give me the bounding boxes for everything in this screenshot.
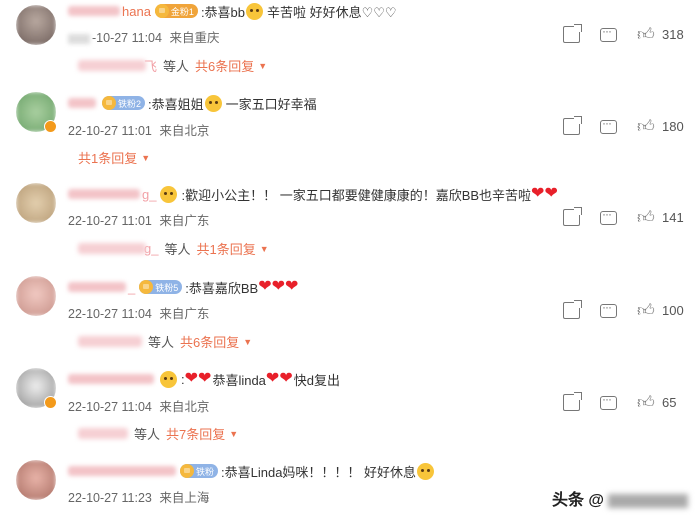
username-blurred[interactable] bbox=[68, 98, 96, 108]
comment-time: 22-10-27 11:01 bbox=[68, 214, 152, 228]
comment-meta: -10-27 11:04 来自重庆 bbox=[68, 27, 219, 46]
red-heart-icon: ❤ bbox=[544, 185, 558, 202]
comment-meta: 22-10-27 11:04 来自北京 bbox=[68, 396, 209, 415]
thumbs-up-icon[interactable]: 👍︎ bbox=[637, 118, 655, 135]
caret-down-icon[interactable]: ▼ bbox=[229, 429, 238, 439]
like-count: 141 bbox=[662, 210, 684, 225]
like-count: 100 bbox=[662, 303, 684, 318]
watermark: 头条 @ bbox=[552, 486, 688, 510]
comment-icon[interactable] bbox=[600, 116, 617, 134]
thumbs-up-icon[interactable]: 👍︎ bbox=[637, 26, 655, 43]
red-heart-icon: ❤ bbox=[265, 370, 280, 387]
red-heart-icon: ❤ bbox=[531, 185, 545, 202]
crown-icon bbox=[154, 4, 169, 18]
reply-summary: 等人 共7条回复 ▼ bbox=[78, 424, 238, 443]
username-blurred[interactable] bbox=[68, 374, 154, 384]
comment-icon[interactable] bbox=[600, 300, 617, 318]
crown-icon bbox=[139, 280, 154, 294]
red-heart-icon: ❤ bbox=[271, 278, 286, 295]
comment-time: 22-10-27 11:01 bbox=[68, 124, 152, 138]
comment-text: :恭喜姐姐 bbox=[148, 96, 204, 112]
heart-eyes-emoji-icon bbox=[204, 94, 222, 112]
share-icon[interactable] bbox=[563, 392, 582, 411]
like-count: 318 bbox=[662, 27, 684, 42]
comment-location: 来自重庆 bbox=[169, 31, 220, 45]
comment-meta: 22-10-27 11:01 来自广东 bbox=[68, 210, 209, 229]
username[interactable]: hana bbox=[122, 4, 151, 19]
comment-location: 来自北京 bbox=[159, 124, 210, 138]
share-icon[interactable] bbox=[563, 116, 582, 135]
reply-summary: 等人 共6条回复 ▼ bbox=[78, 332, 252, 351]
thumbs-up-icon[interactable]: 👍︎ bbox=[637, 209, 655, 226]
thumbs-up-icon[interactable]: 👍︎ bbox=[637, 302, 655, 319]
like-count: 65 bbox=[662, 395, 677, 410]
fan-badge: 铁粉2 bbox=[102, 96, 146, 110]
share-icon[interactable] bbox=[563, 207, 582, 226]
red-heart-icon: ❤ bbox=[258, 278, 272, 295]
crown-icon bbox=[102, 96, 116, 110]
comment-text-after: 辛苦啦 好好休息♡♡♡ bbox=[267, 4, 397, 20]
smile-emoji-icon bbox=[160, 370, 177, 388]
red-heart-icon: ❤ bbox=[285, 278, 299, 295]
comment-text: :恭喜bb bbox=[200, 4, 246, 20]
avatar[interactable] bbox=[16, 183, 56, 223]
caret-down-icon[interactable]: ▼ bbox=[141, 153, 150, 163]
view-replies-link[interactable]: 共1条回复 bbox=[78, 148, 137, 167]
username-blurred[interactable] bbox=[68, 466, 176, 476]
comment-time: 22-10-27 11:04 bbox=[68, 307, 152, 321]
comment-meta: 22-10-27 11:23 来自上海 bbox=[68, 487, 209, 506]
reply-summary: 共1条回复 ▼ bbox=[78, 148, 150, 167]
like-count: 180 bbox=[662, 119, 684, 134]
verified-badge-icon bbox=[44, 120, 57, 133]
comment-icon[interactable] bbox=[600, 24, 617, 42]
comment-location: 来自广东 bbox=[159, 307, 210, 321]
avatar[interactable] bbox=[16, 5, 56, 45]
comment-location: 来自广东 bbox=[159, 214, 210, 228]
caret-down-icon[interactable]: ▼ bbox=[243, 337, 252, 347]
comment-text-after: 快d复出 bbox=[293, 372, 340, 388]
view-replies-link[interactable]: 共6条回复 bbox=[195, 56, 254, 75]
view-replies-link[interactable]: 共6条回复 bbox=[180, 332, 239, 351]
kiss-face-emoji-icon bbox=[417, 462, 435, 480]
share-icon[interactable] bbox=[563, 24, 582, 43]
avatar[interactable] bbox=[16, 460, 56, 500]
fan-badge: 铁粉 bbox=[180, 464, 219, 478]
red-heart-icon: ❤ bbox=[184, 370, 199, 387]
comment-text: :歡迎小公主！！ 一家五口都要健健康康的！嘉欣BB也辛苦啦 bbox=[181, 187, 532, 203]
verified-badge-icon bbox=[44, 396, 57, 409]
red-heart-icon: ❤ bbox=[198, 370, 212, 387]
comment-icon[interactable] bbox=[600, 207, 617, 225]
reply-users: g_ bbox=[144, 241, 159, 256]
comment-text-mid: 恭喜linda bbox=[212, 372, 266, 388]
avatar[interactable] bbox=[16, 276, 56, 316]
comment-time: 22-10-27 11:04 bbox=[68, 400, 152, 414]
username-blurred[interactable] bbox=[68, 282, 126, 292]
caret-down-icon[interactable]: ▼ bbox=[258, 61, 267, 71]
fan-badge: 金粉1 bbox=[154, 4, 198, 18]
view-replies-link[interactable]: 共1条回复 bbox=[196, 239, 255, 258]
comment-location: 来自上海 bbox=[159, 491, 210, 505]
comment-time: 22-10-27 11:23 bbox=[68, 491, 152, 505]
username-blurred[interactable] bbox=[68, 189, 140, 199]
comment-location: 来自北京 bbox=[159, 400, 210, 414]
thumbs-up-icon[interactable]: 👍︎ bbox=[637, 394, 655, 411]
username-blurred[interactable] bbox=[68, 6, 120, 16]
reply-summary: 飞 等人 共6条回复 ▼ bbox=[78, 56, 267, 75]
caret-down-icon[interactable]: ▼ bbox=[260, 244, 269, 254]
comment-text: :恭喜嘉欣BB bbox=[185, 280, 259, 296]
comment-meta: 22-10-27 11:01 来自北京 bbox=[68, 120, 209, 139]
crown-icon bbox=[180, 464, 194, 478]
comment-text-after: 一家五口好幸福 bbox=[225, 96, 317, 112]
comment-icon[interactable] bbox=[600, 392, 617, 410]
share-icon[interactable] bbox=[563, 300, 582, 319]
comment-time: -10-27 11:04 bbox=[92, 31, 162, 45]
reply-summary: g_ 等人 共1条回复 ▼ bbox=[78, 239, 269, 258]
smile-emoji-icon bbox=[160, 185, 178, 203]
red-heart-icon: ❤ bbox=[279, 370, 293, 387]
view-replies-link[interactable]: 共7条回复 bbox=[166, 424, 225, 443]
crying-face-emoji-icon bbox=[246, 2, 264, 20]
comment-meta: 22-10-27 11:04 来自广东 bbox=[68, 303, 209, 322]
fan-badge: 铁粉5 bbox=[139, 280, 183, 294]
comment-text: :恭喜Linda妈咪！！！！ 好好休息 bbox=[221, 464, 417, 480]
